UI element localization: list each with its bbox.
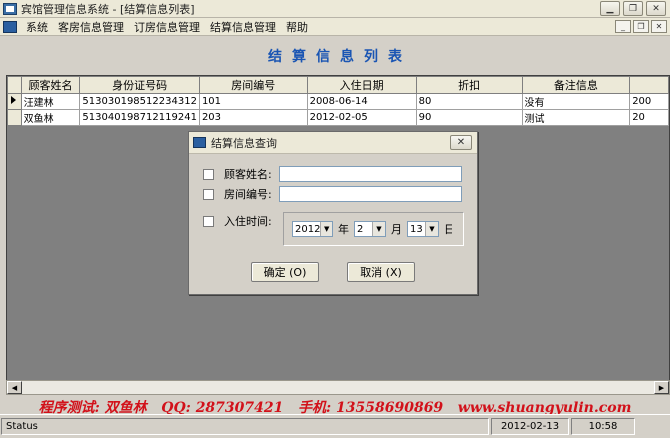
- room-filter-checkbox[interactable]: [203, 188, 214, 200]
- cell-room[interactable]: 101: [198, 93, 308, 110]
- table-header: 顾客姓名 身份证号码 房间编号 入住日期 折扣 备注信息: [7, 76, 669, 94]
- cell-name[interactable]: 汪建林: [20, 93, 81, 110]
- dropdown-arrow-icon[interactable]: ▼: [425, 222, 438, 236]
- row-selector[interactable]: [7, 109, 22, 126]
- scroll-left-icon[interactable]: ◀: [7, 381, 22, 394]
- status-bar: Status 2012-02-13 10:58: [0, 414, 670, 438]
- developer-watermark: 程序测试: 双鱼林 QQ: 287307421 手机: 13558690869 …: [38, 400, 632, 416]
- cell-checkin[interactable]: 2012-02-05: [306, 109, 417, 126]
- menu-bar: 系统 客房信息管理 订房信息管理 结算信息管理 帮助 _ ❐ ✕: [0, 18, 670, 36]
- cell-discount[interactable]: 80: [415, 93, 523, 110]
- title-bar: 宾馆管理信息系统 - [结算信息列表] ▁ ❐ ✕: [0, 0, 670, 18]
- scroll-right-icon[interactable]: ▶: [654, 381, 669, 394]
- cell-extra[interactable]: 200: [629, 93, 669, 110]
- column-header-discount[interactable]: 折扣: [415, 76, 523, 94]
- room-filter-input[interactable]: [279, 186, 462, 202]
- menu-settlement-info[interactable]: 结算信息管理: [205, 19, 281, 35]
- column-header-room[interactable]: 房间编号: [198, 76, 308, 94]
- year-unit: 年: [338, 223, 349, 236]
- child-close-icon[interactable]: ✕: [651, 20, 667, 33]
- cell-name[interactable]: 双鱼林: [20, 109, 81, 126]
- room-filter-row: 房间编号:: [203, 186, 279, 202]
- column-header-note[interactable]: 备注信息: [521, 76, 631, 94]
- dialog-close-icon[interactable]: ✕: [450, 135, 472, 150]
- child-minimize-icon[interactable]: _: [615, 20, 631, 33]
- year-select[interactable]: 2012 ▼: [292, 221, 333, 237]
- date-filter-row: 入住时间:: [203, 213, 279, 229]
- settlement-table: 顾客姓名 身份证号码 房间编号 入住日期 折扣 备注信息 汪建林 5130301…: [7, 76, 669, 126]
- page-title: 结算信息列表: [268, 49, 412, 65]
- menu-booking-info[interactable]: 订房信息管理: [129, 19, 205, 35]
- day-select[interactable]: 13 ▼: [407, 221, 439, 237]
- dropdown-arrow-icon[interactable]: ▼: [320, 222, 332, 236]
- month-select[interactable]: 2 ▼: [354, 221, 386, 237]
- child-restore-icon[interactable]: ❐: [633, 20, 649, 33]
- year-value: 2012: [295, 223, 321, 235]
- window-controls: ▁ ❐ ✕: [600, 1, 666, 16]
- column-header-extra[interactable]: [629, 76, 669, 94]
- dialog-title-bar: 结算信息查询 ✕: [189, 132, 477, 154]
- horizontal-scrollbar[interactable]: ◀ ▶: [6, 380, 670, 395]
- date-filter-checkbox[interactable]: [203, 215, 214, 227]
- close-icon[interactable]: ✕: [646, 1, 666, 16]
- cell-extra[interactable]: 20: [629, 109, 669, 126]
- menu-system[interactable]: 系统: [21, 19, 53, 35]
- row-selector-header: [7, 76, 22, 94]
- name-filter-row: 顾客姓名:: [203, 166, 279, 182]
- cell-id-card[interactable]: 513030198512234312: [79, 93, 200, 110]
- cell-id-card[interactable]: 513040198712119241: [79, 109, 200, 126]
- minimize-icon[interactable]: ▁: [600, 1, 620, 16]
- table-row[interactable]: 双鱼林 513040198712119241 203 2012-02-05 90…: [7, 109, 669, 126]
- name-filter-checkbox[interactable]: [203, 168, 214, 180]
- column-header-name[interactable]: 顾客姓名: [20, 76, 81, 94]
- month-unit: 月: [391, 223, 402, 236]
- date-picker-group: 2012 ▼ 年 2 ▼ 月 13 ▼ 日: [283, 212, 464, 246]
- date-filter-label: 入住时间:: [224, 215, 272, 228]
- dropdown-arrow-icon[interactable]: ▼: [372, 222, 385, 236]
- status-time: 10:58: [571, 418, 635, 435]
- name-filter-label: 顾客姓名:: [224, 168, 272, 181]
- room-filter-label: 房间编号:: [224, 188, 272, 201]
- cell-note[interactable]: 没有: [521, 93, 631, 110]
- row-selector[interactable]: [7, 93, 22, 110]
- status-date: 2012-02-13: [491, 418, 569, 435]
- scroll-track[interactable]: [22, 381, 654, 394]
- dialog-title: 结算信息查询: [211, 136, 277, 150]
- table-row[interactable]: 汪建林 513030198512234312 101 2008-06-14 80…: [7, 93, 669, 110]
- settlement-query-dialog: 结算信息查询 ✕ 顾客姓名: 房间编号: 入住时间: 2012 ▼ 年 2 ▼ …: [188, 131, 478, 295]
- status-text: Status: [1, 418, 489, 435]
- column-header-checkin[interactable]: 入住日期: [306, 76, 417, 94]
- app-icon: [3, 2, 17, 15]
- menu-help[interactable]: 帮助: [281, 19, 313, 35]
- document-icon[interactable]: [3, 20, 17, 33]
- dialog-icon: [193, 137, 206, 148]
- window-title: 宾馆管理信息系统 - [结算信息列表]: [21, 2, 195, 16]
- current-row-icon: [11, 96, 16, 104]
- day-value: 13: [410, 223, 423, 235]
- column-header-id-card[interactable]: 身份证号码: [79, 76, 200, 94]
- name-filter-input[interactable]: [279, 166, 462, 182]
- cell-note[interactable]: 测试: [521, 109, 631, 126]
- cancel-button[interactable]: 取消 (X): [347, 262, 415, 282]
- cell-checkin[interactable]: 2008-06-14: [306, 93, 417, 110]
- day-unit: 日: [444, 223, 452, 236]
- menu-room-info[interactable]: 客房信息管理: [53, 19, 129, 35]
- child-window-controls: _ ❐ ✕: [615, 20, 667, 33]
- confirm-button[interactable]: 确定 (O): [251, 262, 319, 282]
- restore-icon[interactable]: ❐: [623, 1, 643, 16]
- month-value: 2: [357, 223, 364, 235]
- cell-discount[interactable]: 90: [415, 109, 523, 126]
- cell-room[interactable]: 203: [198, 109, 308, 126]
